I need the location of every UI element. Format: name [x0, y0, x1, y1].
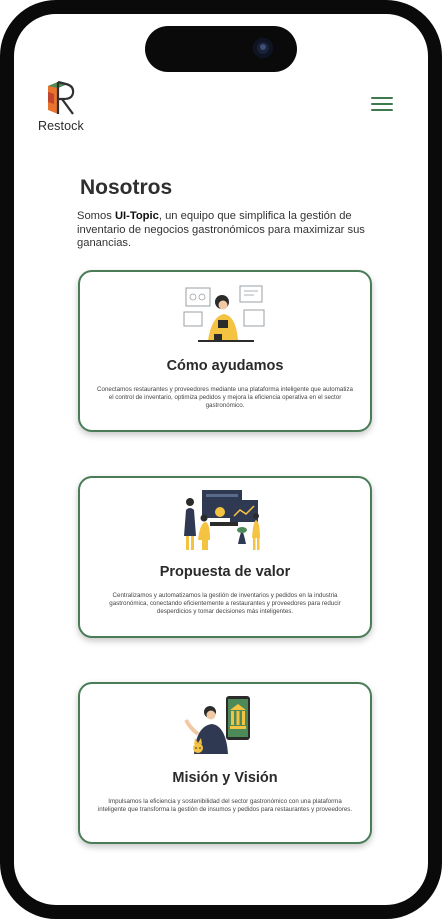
power-button [436, 285, 442, 375]
intro-text: Somos UI-Topic, un equipo que simplifica… [77, 210, 365, 249]
volume-down-button [0, 298, 6, 356]
hamburger-menu-icon[interactable] [371, 97, 393, 115]
person-bank-phone-illustration-icon [184, 696, 250, 754]
card-mision-y-vision[interactable]: Misión y Visión Impulsamos la eficiencia… [78, 682, 372, 844]
card-text: Centralizamos y automatizamos la gestión… [109, 592, 341, 615]
volume-up-button [0, 225, 6, 283]
woman-at-desk-illustration-icon [183, 285, 265, 342]
brand-name: Restock [38, 119, 84, 133]
card-title: Misión y Visión [172, 770, 278, 786]
dynamic-island [145, 26, 297, 72]
page-title: Nosotros [80, 176, 173, 199]
brand-logo[interactable]: Restock [34, 80, 90, 140]
card-title: Cómo ayudamos [166, 358, 284, 374]
card-text: Conectamos restaurantes y proveedores me… [97, 386, 353, 409]
team-dashboard-illustration-icon [184, 490, 260, 550]
restock-logo-icon [48, 80, 75, 115]
phone-frame: Restock Nosotros Somos UI-Topic, un equi… [0, 0, 442, 919]
action-button [0, 170, 6, 204]
card-propuesta-de-valor[interactable]: Propuesta de valor Centralizamos y autom… [78, 476, 372, 638]
card-como-ayudamos[interactable]: Cómo ayudamos Conectamos restaurantes y … [78, 270, 372, 432]
card-text: Impulsamos la eficiencia y sostenibilida… [97, 798, 353, 813]
camera-icon [253, 38, 273, 58]
card-title: Propuesta de valor [159, 564, 291, 580]
